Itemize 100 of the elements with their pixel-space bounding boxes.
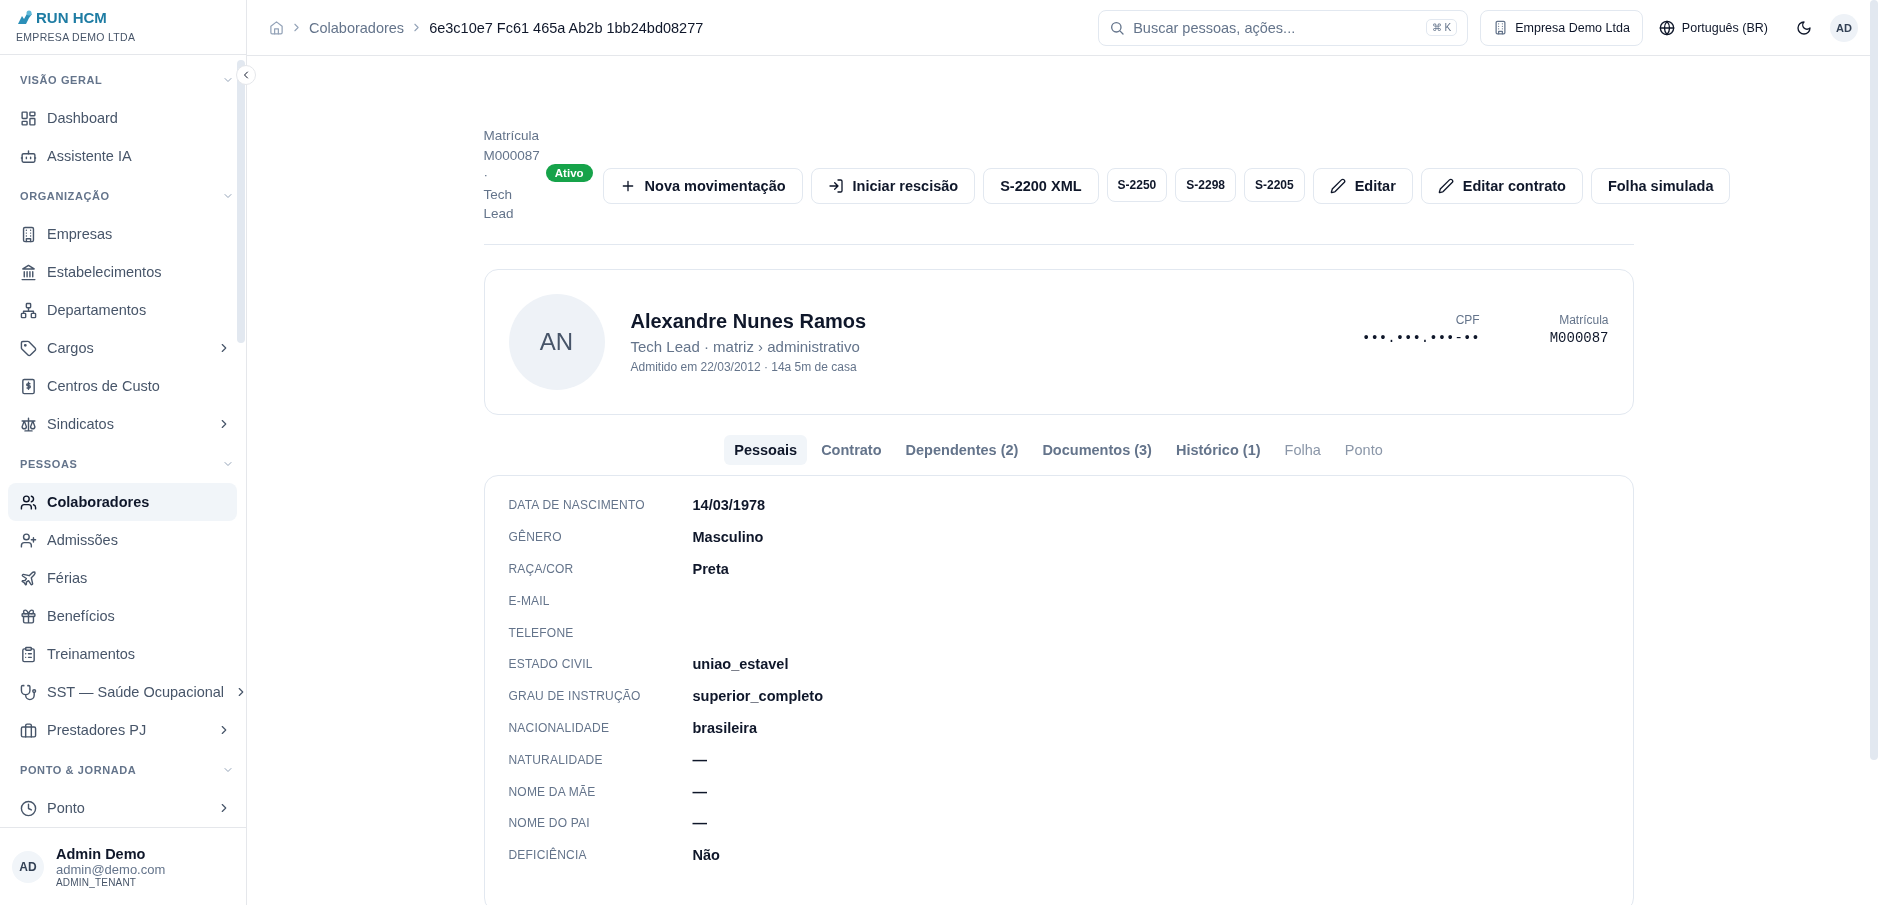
section-heading: PESSOAS: [20, 458, 78, 470]
dashboard-grid-icon: [20, 109, 37, 127]
scrollbar[interactable]: [1870, 0, 1878, 760]
pencil-icon: [1437, 177, 1454, 194]
field-label: NACIONALIDADE: [508, 720, 611, 735]
sidebar-item[interactable]: Cargos: [8, 329, 237, 367]
sidebar-item[interactable]: Férias: [8, 559, 237, 597]
theme-toggle[interactable]: [1796, 19, 1812, 36]
sidebar-item[interactable]: Admissões: [8, 521, 237, 559]
field-label: E-MAIL: [508, 593, 551, 608]
collapse-button[interactable]: [236, 65, 256, 85]
user-role: ADMIN_TENANT: [56, 876, 138, 888]
tag-icon: [20, 339, 37, 357]
section-heading: VISÃO GERAL: [20, 74, 103, 86]
action-button[interactable]: Editar contrato: [1420, 167, 1583, 204]
tab[interactable]: Pessoais: [724, 434, 808, 465]
sidebar-item[interactable]: Estabelecimentos: [8, 253, 237, 291]
field-value: —: [692, 815, 708, 832]
sidebar-item[interactable]: Assistente IA: [8, 137, 237, 175]
field-label: GRAU DE INSTRUÇÃO: [508, 689, 642, 704]
search-box[interactable]: Buscar pessoas, ações... ⌘ K: [1098, 9, 1469, 46]
sidebar-item[interactable]: Dashboard: [8, 99, 237, 137]
language-selector[interactable]: Português (BR): [1658, 19, 1768, 36]
action-button[interactable]: S-2205: [1244, 167, 1305, 202]
tab[interactable]: Contrato: [811, 434, 892, 465]
field-value: Não: [692, 847, 721, 864]
breadcrumb-current: 6e3c10e7 Fc61 465a Ab2b 1bb24bd08277: [429, 19, 704, 36]
stethoscope-icon: [20, 683, 37, 701]
field-value: Preta: [692, 561, 730, 577]
subtitle-text: M000087: [483, 146, 540, 165]
stat-label: CPF: [1455, 313, 1480, 327]
action-button[interactable]: Nova movimentação: [602, 167, 803, 204]
pencil-icon: [1329, 177, 1346, 194]
company-selector[interactable]: Empresa Demo Ltda: [1480, 9, 1643, 46]
bank-icon: [20, 263, 37, 281]
user-plus-icon: [20, 531, 37, 549]
user-name: Admin Demo: [56, 845, 147, 862]
sidebar-item[interactable]: Empresas: [8, 215, 237, 253]
field-value: Masculino: [692, 529, 765, 546]
user-avatar[interactable]: AD: [12, 850, 44, 883]
field-value: —: [692, 783, 708, 800]
shortcut-hint: ⌘ K: [1425, 19, 1458, 36]
sidebar-item[interactable]: Ponto: [8, 789, 237, 827]
section-heading: ORGANIZAÇÃO: [20, 190, 110, 202]
moon-icon: [1796, 19, 1812, 36]
tab[interactable]: Histórico (1): [1165, 434, 1271, 465]
subtitle-text: Lead: [483, 205, 515, 223]
admission-info: Admitido em 22/03/2012 · 14a 5m de casa: [630, 359, 858, 374]
home-icon[interactable]: [269, 20, 284, 35]
field-label: RAÇA/COR: [508, 562, 575, 576]
dollar-receipt-icon: [20, 377, 37, 395]
field-label: NATURALIDADE: [508, 752, 604, 767]
field-label: NOME DO PAI: [508, 816, 591, 831]
briefcase-icon: [20, 721, 37, 739]
employee-name: Alexandre Nunes Ramos: [630, 309, 868, 333]
action-button[interactable]: Iniciar rescisão: [810, 167, 976, 204]
company-name: EMPRESA DEMO LTDA: [16, 31, 136, 43]
search-field[interactable]: Buscar pessoas, ações...: [1133, 19, 1418, 36]
clock-icon: [20, 799, 37, 817]
sidebar-item[interactable]: Treinamentos: [8, 635, 237, 673]
stat-value: M000087: [1549, 330, 1609, 346]
field-value: 14/03/1978: [692, 497, 767, 514]
action-button[interactable]: S-2250: [1106, 167, 1168, 202]
field-value: —: [692, 751, 708, 768]
breadcrumb-link[interactable]: Colaboradores: [309, 19, 405, 36]
field-label: GÊNERO: [508, 530, 563, 545]
action-button[interactable]: S-2298: [1175, 167, 1236, 202]
status-badge: Ativo: [545, 163, 593, 182]
field-value: superior_completo: [692, 688, 825, 705]
sidebar-item[interactable]: Departamentos: [8, 291, 237, 329]
robot-icon: [20, 147, 37, 165]
action-button[interactable]: S-2200 XML: [983, 167, 1099, 204]
tab[interactable]: Dependentes (2): [895, 434, 1029, 465]
sidebar-item[interactable]: SST — Saúde Ocupacional: [8, 673, 237, 711]
stat-label: Matrícula: [1559, 313, 1609, 327]
field-label: DEFICIÊNCIA: [508, 848, 588, 863]
field-value: brasileira: [692, 719, 758, 736]
brand-name: RUN HCM: [36, 9, 107, 26]
tab[interactable]: Documentos (3): [1032, 434, 1162, 465]
users-icon: [20, 493, 37, 511]
sidebar-item[interactable]: Centros de Custo: [8, 367, 237, 405]
subtitle-text: ·: [483, 166, 489, 184]
org-chart-icon: [20, 301, 37, 319]
field-label: TELEFONE: [508, 625, 575, 640]
profile-avatar: AN: [508, 293, 605, 390]
stat-value: •••.•••.•••-••: [1362, 330, 1480, 346]
sidebar-item[interactable]: Benefícios: [8, 597, 237, 635]
field-label: DATA DE NASCIMENTO: [508, 498, 646, 513]
exit-arrow-icon: [827, 177, 844, 194]
action-button[interactable]: Editar: [1312, 167, 1413, 204]
gift-icon: [20, 607, 37, 625]
user-avatar[interactable]: AD: [1830, 13, 1858, 42]
sidebar-item[interactable]: Colaboradores: [8, 483, 237, 521]
action-button[interactable]: Folha simulada: [1590, 167, 1731, 204]
sidebar-item[interactable]: Prestadores PJ: [8, 711, 237, 749]
logo-icon: [16, 9, 34, 26]
field-label: NOME DA MÃE: [508, 784, 597, 799]
scrollbar[interactable]: [237, 60, 245, 343]
field-label: ESTADO CIVIL: [508, 657, 594, 672]
sidebar-item[interactable]: Sindicatos: [8, 405, 237, 443]
